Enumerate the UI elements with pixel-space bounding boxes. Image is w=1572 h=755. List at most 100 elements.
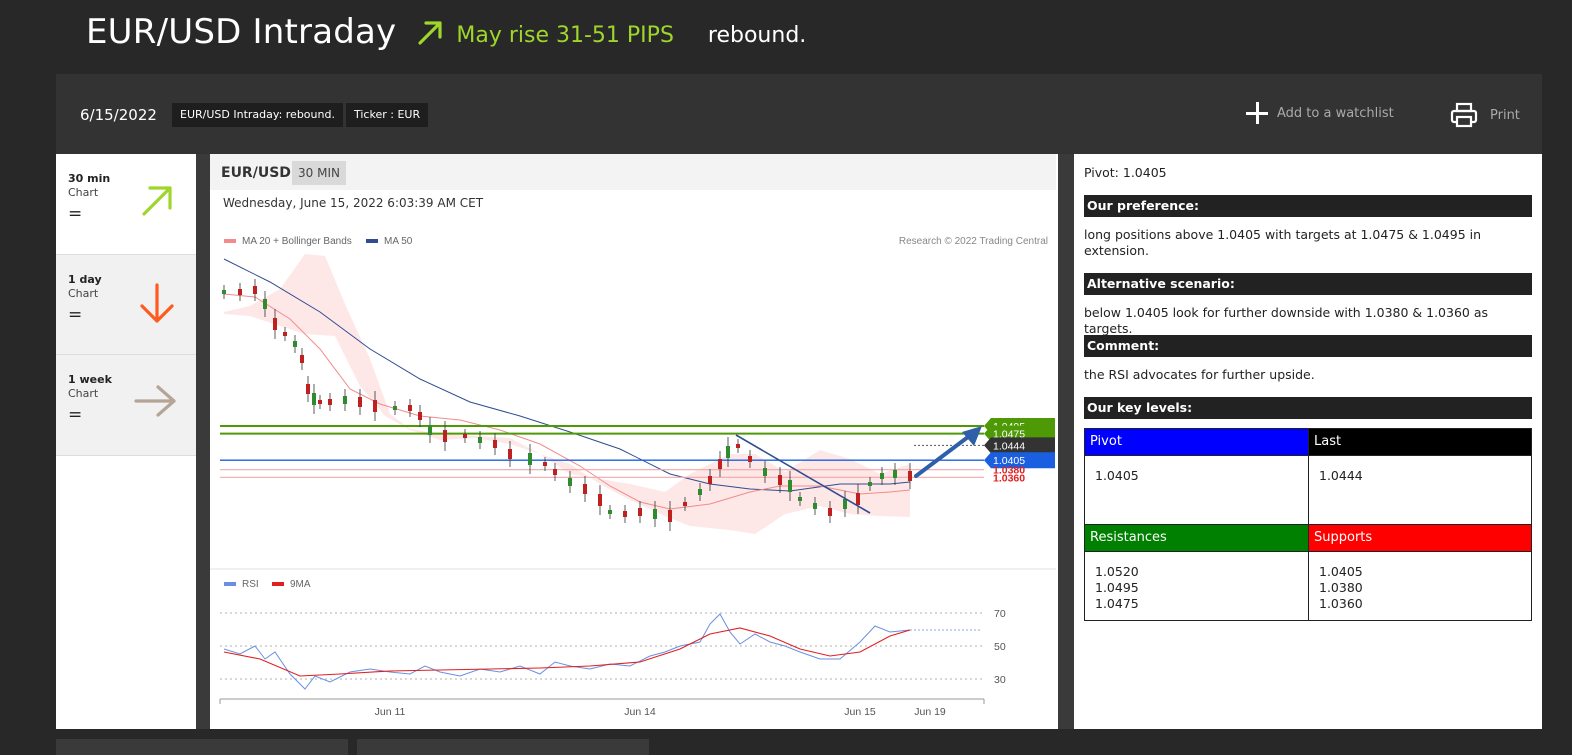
watchlist-label: Add to a watchlist	[1277, 105, 1394, 121]
candle-body	[726, 446, 730, 458]
candle-body	[736, 444, 740, 448]
resistances-list: 1.0520 1.0495 1.0475	[1084, 551, 1309, 621]
timeframe-sub: Chart	[68, 287, 99, 300]
legend-ma50: MA 50	[384, 236, 413, 247]
bottom-tab[interactable]	[357, 739, 649, 755]
candle-body	[813, 503, 817, 509]
print-button[interactable]: Print	[1450, 102, 1520, 128]
candle-body	[856, 493, 860, 505]
preference-text: long positions above 1.0405 with targets…	[1084, 227, 1482, 258]
candle-body	[798, 497, 802, 501]
arrow-up-right-icon	[134, 180, 180, 224]
candle-body	[608, 510, 612, 514]
candle-body	[568, 478, 572, 486]
timeframe-label: 1 day	[68, 273, 102, 286]
support-value: 1.0405	[1319, 564, 1363, 579]
x-tick-label: Jun 15	[844, 706, 876, 718]
candle-body	[893, 470, 897, 478]
candle-body	[393, 406, 397, 410]
candle-body	[428, 425, 432, 435]
preference-title: Our preference:	[1084, 195, 1532, 217]
legend-swatch	[272, 582, 284, 586]
candle-body	[222, 290, 226, 294]
support-value: 1.0360	[993, 472, 1025, 484]
plus-icon	[1246, 102, 1268, 124]
rsi-level-label: 30	[994, 674, 1006, 686]
supports-list: 1.0405 1.0380 1.0360	[1308, 551, 1532, 621]
panel-toolbar: 6/15/2022 EUR/USD Intraday: rebound. Tic…	[56, 74, 1542, 154]
resistance-value: 1.0475	[1095, 596, 1139, 611]
keyword-text: rebound.	[707, 22, 807, 48]
candle-body	[528, 453, 532, 465]
candle-body	[868, 482, 872, 486]
timeframe-item-1day[interactable]: 1 day Chart =	[56, 254, 196, 355]
timeframe-list: 30 min Chart = 1 day Chart = 1 week Char…	[56, 154, 196, 729]
pivot-header: Pivot	[1084, 428, 1309, 456]
candle-body	[318, 400, 322, 404]
supports-header: Supports	[1308, 524, 1532, 552]
chart-timeframe[interactable]: 30 MIN	[292, 161, 346, 185]
candle-body	[543, 462, 547, 466]
level-value: 1.0444	[993, 440, 1025, 452]
alternative-title: Alternative scenario:	[1084, 273, 1532, 295]
x-tick-label: Jun 19	[914, 706, 946, 718]
chart-datetime: Wednesday, June 15, 2022 6:03:39 AM CET	[223, 196, 484, 210]
timeframe-item-1week[interactable]: 1 week Chart =	[56, 354, 196, 456]
page-title: EUR/USD Intraday	[86, 12, 397, 52]
candle-body	[273, 318, 277, 330]
support-value: 1.0380	[1319, 580, 1363, 595]
resistance-value: 1.0520	[1095, 564, 1139, 579]
x-tick-label: Jun 11	[375, 706, 406, 718]
legend-ma20: MA 20 + Bollinger Bands	[242, 236, 352, 247]
bottom-tab[interactable]	[56, 739, 348, 755]
print-label: Print	[1490, 107, 1520, 123]
legend-rsi: RSI	[242, 579, 259, 590]
title-chip: EUR/USD Intraday: rebound.	[172, 103, 343, 127]
candle-body	[843, 499, 847, 509]
last-value: 1.0444	[1308, 455, 1532, 525]
ticker-chip: Ticker : EUR	[346, 103, 429, 127]
legend-swatch	[224, 239, 236, 243]
chart-symbol: EUR/USD	[221, 165, 291, 181]
timeframe-sub: Chart	[68, 387, 99, 400]
candle-body	[306, 384, 310, 394]
candle-body	[493, 440, 497, 448]
candle-body	[828, 508, 832, 516]
candle-body	[638, 508, 642, 516]
forecast-text: May rise 31-51 PIPS	[456, 22, 674, 48]
pivot-line: Pivot: 1.0405	[1084, 165, 1167, 180]
candle-body	[300, 355, 304, 363]
arrow-right-icon	[134, 381, 180, 425]
timeframe-trend: =	[68, 405, 83, 425]
rsi-line	[223, 613, 911, 690]
add-to-watchlist-button[interactable]: Add to a watchlist	[1246, 102, 1394, 124]
candle-body	[443, 430, 447, 442]
panel-divider	[210, 568, 1056, 570]
arrow-down-icon	[134, 281, 180, 331]
timeframe-sub: Chart	[68, 186, 99, 199]
bollinger-band	[224, 254, 910, 534]
alternative-text: below 1.0405 look for further downside w…	[1084, 305, 1489, 336]
candle-body	[908, 471, 912, 481]
pivot-value: 1.0405	[1084, 455, 1309, 525]
printer-icon	[1450, 102, 1478, 128]
candle-body	[683, 502, 687, 506]
forecast-arrow-head	[962, 426, 982, 446]
candle-body	[373, 400, 377, 412]
key-levels-title: Our key levels:	[1084, 397, 1532, 419]
candle-body	[263, 299, 267, 309]
candle-body	[880, 473, 884, 479]
chart-credit: Research © 2022 Trading Central	[899, 236, 1048, 247]
price-chart-canvas: MA 20 + Bollinger Bands MA 50 Research © 2…	[210, 236, 1056, 718]
candle-body	[718, 459, 722, 469]
publish-date: 6/15/2022	[80, 106, 157, 124]
rsi-level-label: 50	[994, 641, 1006, 653]
candle-body	[343, 396, 347, 404]
candle-body	[653, 509, 657, 519]
candle-body	[623, 511, 627, 517]
resistances-header: Resistances	[1084, 524, 1309, 552]
timeframe-item-30min[interactable]: 30 min Chart =	[56, 154, 196, 254]
last-header: Last	[1308, 428, 1532, 456]
candle-body	[408, 405, 412, 411]
price-chart[interactable]: MA 20 + Bollinger Bands MA 50 Research © 2…	[210, 154, 1058, 729]
